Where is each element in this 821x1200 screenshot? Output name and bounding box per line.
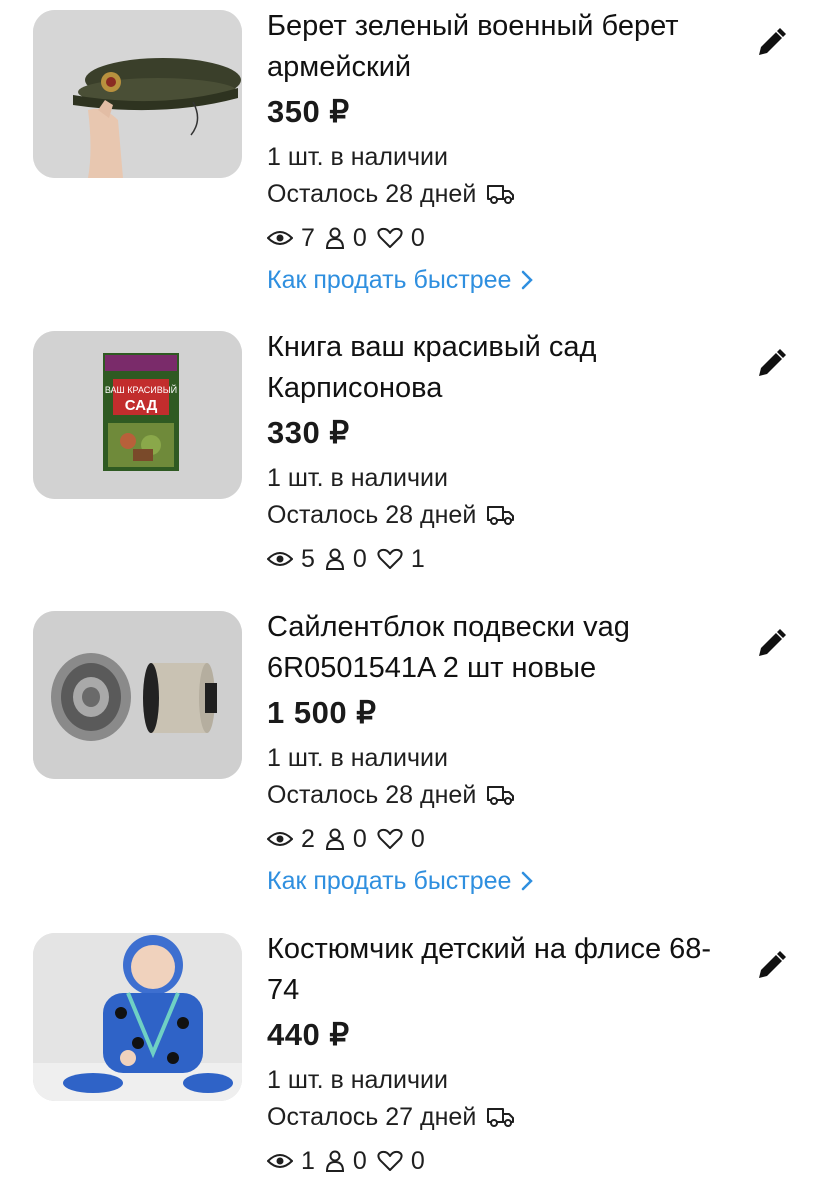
contacts-stat: 0 (325, 824, 367, 854)
expiry-text: Осталось 27 дней (267, 1103, 477, 1131)
contacts-stat: 0 (325, 544, 367, 574)
listing-price: 1 500 ₽ (267, 695, 377, 730)
listing-title[interactable]: Берет зеленый военный берет армейский (267, 6, 737, 88)
stats-row: 7 0 0 (267, 223, 737, 253)
person-icon (325, 227, 344, 249)
stock-status: 1 шт. в наличии (267, 143, 448, 171)
favorites-count: 0 (410, 1147, 425, 1175)
listing-photo-beret[interactable] (33, 10, 242, 178)
expiry-row: Осталось 28 дней (267, 500, 737, 530)
favorites-count: 0 (410, 224, 425, 252)
edit-listing-button[interactable] (754, 347, 788, 381)
listing-title[interactable]: Сайлентблок подвески vag 6R0501541A 2 шт… (267, 607, 737, 689)
sell-faster-link[interactable]: Как продать быстрее (267, 866, 737, 896)
chevron-right-icon (522, 270, 534, 290)
truck-icon (486, 183, 516, 205)
favorites-stat: 0 (377, 1146, 425, 1176)
heart-icon (377, 548, 403, 569)
heart-icon (377, 1150, 403, 1171)
baby-suit-image (33, 933, 242, 1101)
pencil-icon (759, 951, 786, 978)
favorites-stat: 0 (377, 223, 425, 253)
edit-listing-button[interactable] (754, 26, 788, 60)
favorites-stat: 0 (377, 824, 425, 854)
sell-faster-label: Как продать быстрее (267, 867, 512, 895)
stats-row: 1 0 0 (267, 1146, 737, 1176)
person-icon (325, 1150, 344, 1172)
pencil-icon (759, 28, 786, 55)
pencil-icon (759, 349, 786, 376)
edit-listing-button[interactable] (754, 949, 788, 983)
chevron-right-icon (522, 871, 534, 891)
heart-icon (377, 227, 403, 248)
contacts-count: 0 (352, 545, 367, 573)
expiry-row: Осталось 27 дней (267, 1102, 737, 1132)
views-stat: 5 (267, 544, 315, 574)
listing-price: 440 ₽ (267, 1017, 350, 1052)
eye-icon (267, 1154, 293, 1168)
stock-status: 1 шт. в наличии (267, 1066, 448, 1094)
favorites-count: 1 (410, 545, 425, 573)
listing-price: 330 ₽ (267, 415, 350, 450)
views-count: 2 (301, 825, 315, 853)
truck-icon (486, 504, 516, 526)
stock-status: 1 шт. в наличии (267, 464, 448, 492)
views-stat: 1 (267, 1146, 315, 1176)
book-cover-line2: САД (125, 397, 158, 414)
expiry-text: Осталось 28 дней (267, 781, 477, 809)
favorites-stat: 1 (377, 544, 425, 574)
contacts-count: 0 (352, 825, 367, 853)
book-cover-line1: ВАШ КРАСИВЫЙ (105, 384, 177, 395)
contacts-count: 0 (352, 224, 367, 252)
edit-listing-button[interactable] (754, 627, 788, 661)
stats-row: 2 0 0 (267, 824, 737, 854)
listing-price: 350 ₽ (267, 94, 350, 129)
expiry-text: Осталось 28 дней (267, 180, 477, 208)
truck-icon (486, 784, 516, 806)
sell-faster-link[interactable]: Как продать быстрее (267, 265, 737, 295)
truck-icon (486, 1106, 516, 1128)
listing-title[interactable]: Книга ваш красивый сад Карписонова (267, 327, 737, 409)
views-count: 7 (301, 224, 315, 252)
person-icon (325, 548, 344, 570)
listing-title[interactable]: Костюмчик детский на флисе 68-74 (267, 929, 737, 1011)
eye-icon (267, 832, 293, 846)
listing-photo-baby-suit[interactable] (33, 933, 242, 1101)
person-icon (325, 828, 344, 850)
favorites-count: 0 (410, 825, 425, 853)
stats-row: 5 0 1 (267, 544, 737, 574)
views-stat: 7 (267, 223, 315, 253)
contacts-stat: 0 (325, 223, 367, 253)
listing-photo-bushing[interactable] (33, 611, 242, 779)
contacts-stat: 0 (325, 1146, 367, 1176)
bushing-image (33, 611, 242, 779)
contacts-count: 0 (352, 1147, 367, 1175)
views-count: 5 (301, 545, 315, 573)
book-image: ВАШ КРАСИВЫЙ САД (33, 331, 242, 499)
views-stat: 2 (267, 824, 315, 854)
heart-icon (377, 828, 403, 849)
sell-faster-label: Как продать быстрее (267, 266, 512, 294)
beret-image (33, 10, 242, 178)
listing-photo-book[interactable]: ВАШ КРАСИВЫЙ САД (33, 331, 242, 499)
expiry-row: Осталось 28 дней (267, 179, 737, 209)
eye-icon (267, 231, 293, 245)
pencil-icon (759, 629, 786, 656)
eye-icon (267, 552, 293, 566)
stock-status: 1 шт. в наличии (267, 744, 448, 772)
expiry-row: Осталось 28 дней (267, 780, 737, 810)
views-count: 1 (301, 1147, 315, 1175)
expiry-text: Осталось 28 дней (267, 501, 477, 529)
